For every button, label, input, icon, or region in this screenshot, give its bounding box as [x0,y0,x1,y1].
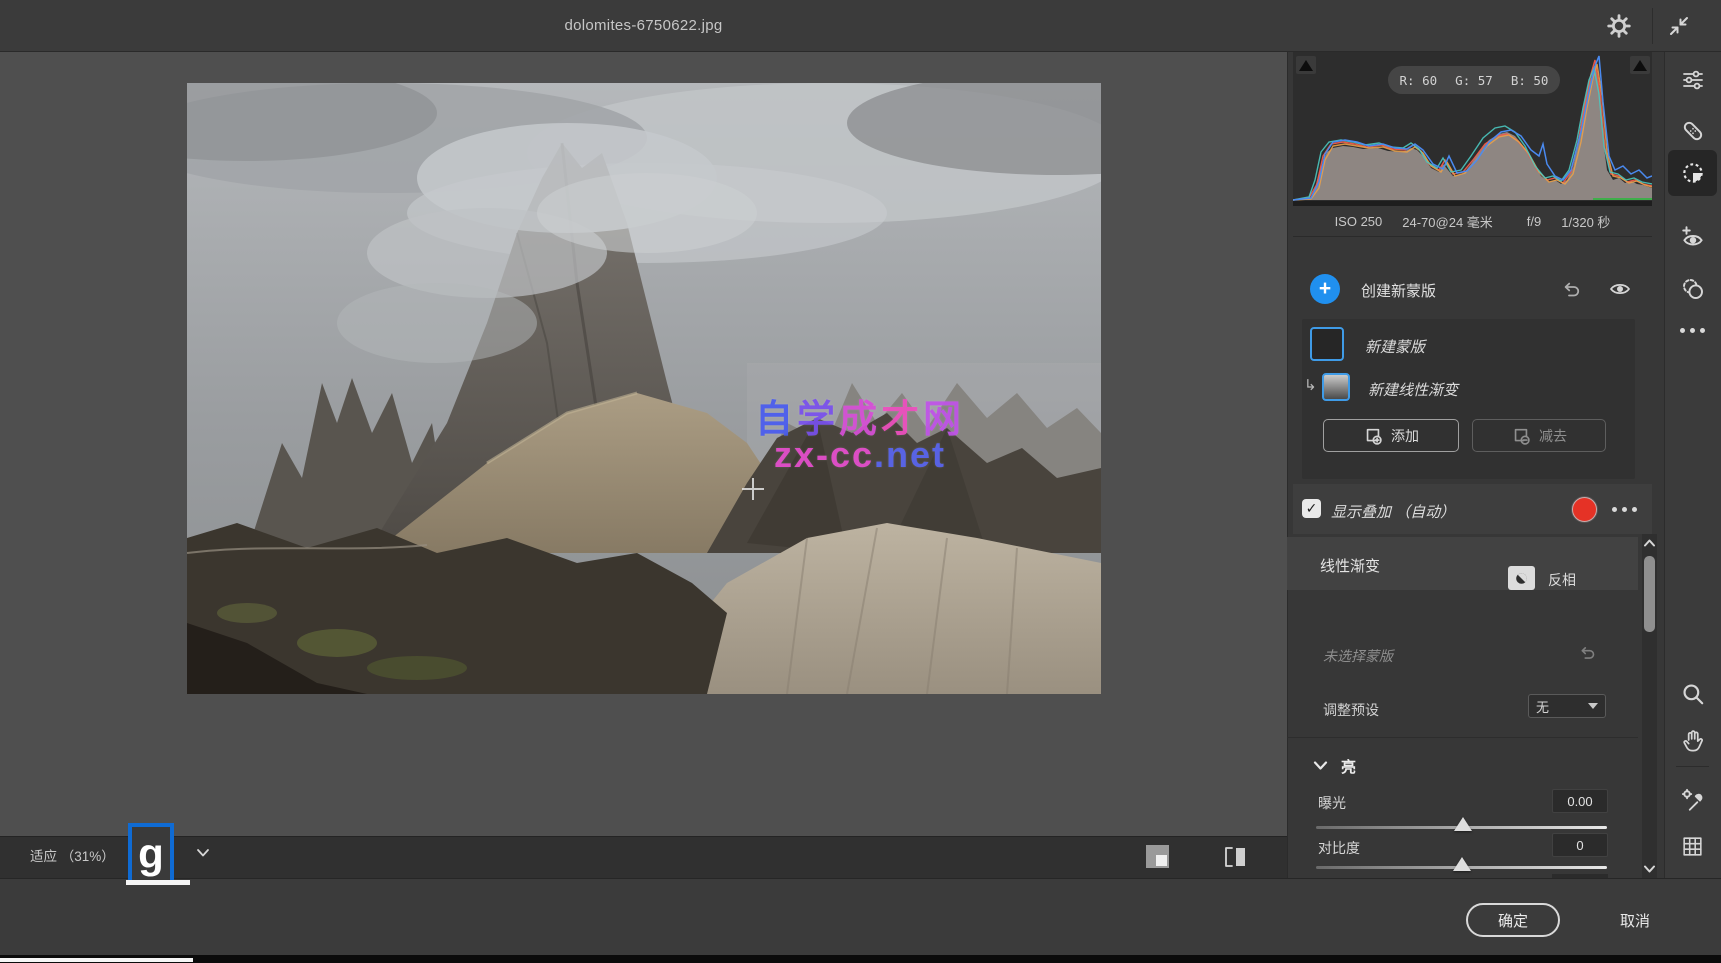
reset-adjustments-icon[interactable] [1577,642,1599,664]
dropdown-chevron-icon [1588,703,1598,709]
add-label: 添加 [1391,426,1419,446]
show-overlay-checkbox[interactable]: ✓ [1302,499,1321,518]
cancel-button[interactable]: 取消 [1602,903,1668,937]
preview-toggle-icon[interactable] [1146,845,1169,868]
zoom-dropdown-chevron-icon[interactable] [196,848,210,858]
highlight-clipping-indicator[interactable] [1630,56,1650,74]
preset-value: 无 [1536,697,1549,716]
tool-divider [1676,766,1709,767]
subtract-label: 减去 [1539,426,1567,446]
more-options-dots-icon[interactable] [1676,314,1709,347]
contrast-value-input[interactable]: 0 [1552,833,1608,857]
camera-raw-window: dolomites-6750622.jpg [0,0,1721,963]
section-chevron-down-icon[interactable] [1313,760,1328,771]
add-shape-icon [1363,426,1383,446]
red-eye-icon[interactable] [1676,220,1709,253]
gradient-title: 线性渐变 [1320,555,1380,576]
exif-shutter: 1/320 秒 [1561,212,1610,231]
canvas-footer-strip [0,836,1287,878]
adjust-preset-label: 调整预设 [1323,700,1379,720]
show-overlay-label: 显示叠加 （自动） [1331,501,1455,522]
exposure-slider-thumb[interactable] [1454,817,1472,831]
exif-aperture: f/9 [1527,214,1541,229]
linear-gradient-thumbnail[interactable] [1322,373,1350,401]
mask-visibility-eye-icon[interactable] [1608,278,1632,300]
child-arrow-icon: ↳ [1304,376,1317,394]
plus-glyph: + [1319,277,1331,301]
exposure-label: 曝光 [1318,793,1346,813]
mask-options-box [1302,319,1635,479]
masking-icon [1680,160,1706,186]
exif-info: ISO 250 24-70@24 毫米 f/9 1/320 秒 [1293,206,1652,237]
exif-iso: ISO 250 [1335,214,1383,229]
subtract-shape-icon [1511,426,1531,446]
g-badge-underline [126,880,190,885]
masking-tool-active[interactable] [1668,150,1717,196]
topbar-divider [1652,8,1653,44]
overlay-color-swatch[interactable] [1572,497,1597,522]
rgb-readout: R: 60 G: 57 B: 50 [1388,66,1560,94]
collapse-window-icon[interactable] [1662,9,1696,43]
ok-button[interactable]: 确定 [1466,903,1560,937]
g-watermark-badge: g [128,823,174,884]
new-mask-item[interactable]: 新建蒙版 [1365,336,1425,357]
no-mask-selected-label: 未选择蒙版 [1323,646,1393,666]
g-letter: g [138,834,164,874]
section-divider [1287,737,1638,738]
add-mask-button[interactable]: 添加 [1323,419,1459,452]
zoom-level-label[interactable]: 适应 （31%） [30,836,115,878]
reset-mask-icon[interactable] [1560,277,1584,301]
scroll-up-button[interactable] [1643,538,1656,548]
dialog-button-bar [0,878,1721,955]
grid-overlay-icon[interactable] [1676,830,1709,863]
new-mask-thumbnail[interactable] [1310,327,1344,361]
crosshair-cursor [742,478,764,500]
new-linear-gradient-item[interactable]: 新建线性渐变 [1368,379,1458,400]
exif-lens: 24-70@24 毫米 [1402,212,1493,231]
create-new-mask-button[interactable]: 创建新蒙版 [1361,280,1436,301]
exposure-value-input[interactable]: 0.00 [1552,789,1608,813]
zoom-tool-icon[interactable] [1676,677,1709,710]
overlay-options-dots-icon[interactable] [1612,507,1637,512]
subtract-mask-button[interactable]: 减去 [1472,419,1606,452]
presets-icon[interactable] [1676,272,1709,305]
invert-label[interactable]: 反相 [1548,570,1576,590]
invert-mask-button[interactable] [1508,566,1535,590]
video-letterbox [0,955,1721,963]
hand-tool-icon[interactable] [1676,723,1709,756]
create-mask-plus-icon[interactable]: + [1310,274,1340,304]
scroll-down-button[interactable] [1643,864,1656,874]
settings-gear-icon[interactable] [1602,9,1636,43]
edit-sliders-icon[interactable] [1676,63,1709,96]
shadow-clipping-indicator[interactable] [1296,56,1316,74]
watermark-url-part: zx-cc [774,434,874,475]
b-value: B: 50 [1511,73,1549,88]
before-after-view-icon[interactable] [1222,845,1248,869]
preset-dropdown[interactable]: 无 [1528,694,1606,718]
light-section-header[interactable]: 亮 [1341,756,1356,777]
watermark-url-part: .net [874,434,946,475]
video-progress-bar[interactable] [0,958,193,962]
contrast-label: 对比度 [1318,838,1360,858]
g-value: G: 57 [1455,73,1493,88]
site-watermark-url: zx-cc.net [600,434,1120,476]
invert-icon [1513,570,1530,587]
healing-bandaid-icon[interactable] [1676,114,1709,147]
r-value: R: 60 [1400,73,1438,88]
contrast-slider-thumb[interactable] [1453,857,1471,871]
panel-scrollbar-thumb[interactable] [1644,556,1655,632]
window-title: dolomites-6750622.jpg [0,0,1287,52]
checkmark-glyph: ✓ [1306,500,1318,517]
color-sampler-icon[interactable] [1676,783,1709,816]
